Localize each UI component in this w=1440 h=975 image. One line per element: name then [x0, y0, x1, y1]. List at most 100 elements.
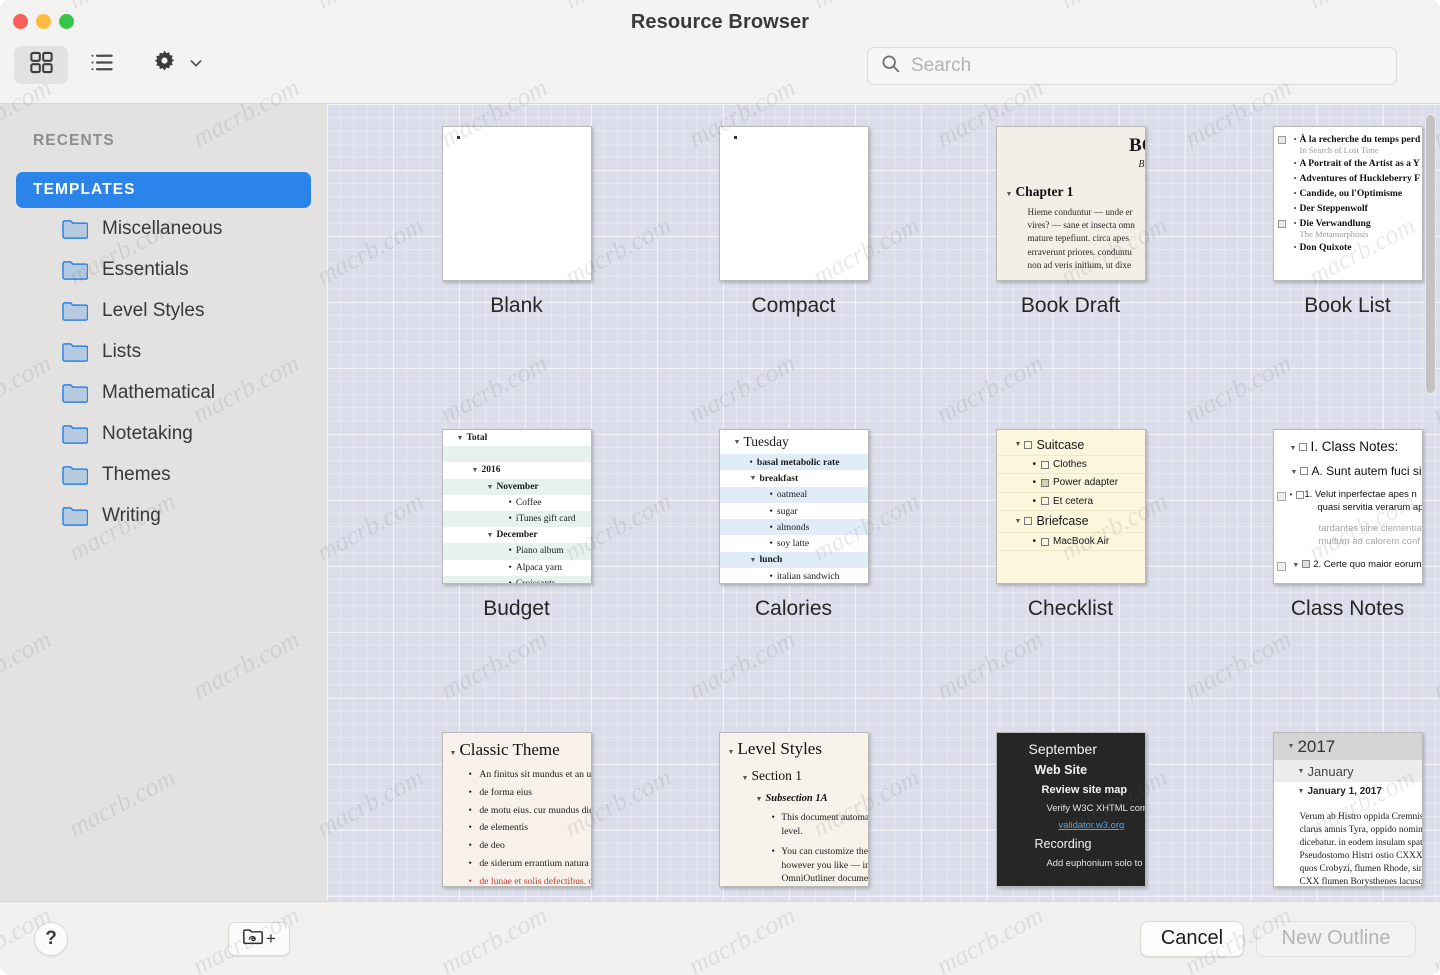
preview-row: ▼ Total: [456, 433, 488, 444]
template-item-class-notes[interactable]: ▼ I. Class Notes: ▼ A. Sunt autem fuci si …: [1209, 429, 1440, 622]
preview-title: ▼ Level Styles: [727, 739, 822, 758]
window-title: Resource Browser: [630, 11, 810, 33]
template-grid: Blank Compact BO B ▼Chapter 1 Hieme c: [327, 104, 1440, 901]
bottom-bar: ? + Cancel New Outline: [0, 902, 1440, 975]
sidebar-item-label: Themes: [102, 463, 171, 485]
preview-row: • Don Quixote: [1293, 241, 1352, 253]
preview-row: ▼ A. Sunt autem fuci si: [1290, 464, 1422, 478]
folder-icon: [62, 341, 88, 362]
preview-row: • italian sandwich: [769, 570, 840, 582]
folder-icon: [62, 423, 88, 444]
sidebar-item-label: Essentials: [102, 258, 189, 280]
preview-row: • Piano album: [442, 543, 591, 560]
template-item-budget[interactable]: ▼ Total ▼ 2016 ▼ November • Coffee • iTunes…: [378, 429, 655, 622]
list-view-button[interactable]: [74, 46, 128, 84]
preview-row: ▼ December: [486, 530, 538, 541]
cancel-button[interactable]: Cancel: [1140, 920, 1244, 957]
preview-row: • Candide, ou l'Optimisme: [1293, 187, 1403, 199]
sidebar-item-label: Lists: [102, 340, 142, 362]
gear-icon: [150, 48, 179, 82]
preview-row: • Clothes: [996, 456, 1145, 475]
template-thumbnail: [441, 126, 592, 281]
template-item-journal[interactable]: ▼ 2017 ▼ January ▼ January 1, 2017 Verum ab…: [1209, 732, 1440, 901]
template-thumbnail: ▼ Total ▼ 2016 ▼ November • Coffee • iTunes…: [441, 429, 592, 584]
action-menu-button[interactable]: [150, 48, 204, 82]
preview-title: BO: [1129, 135, 1144, 156]
preview-chapter: ▼ Chapter 1: [1005, 184, 1074, 199]
preview-row: • sugar: [769, 505, 798, 517]
sidebar-item-lists[interactable]: Lists: [0, 331, 327, 372]
preview-row: • de deo: [468, 840, 505, 852]
grid-view-button[interactable]: [14, 46, 68, 84]
template-thumbnail: ▼ Classic Theme • An finitus sit mundus e…: [441, 732, 592, 887]
folder-icon: [62, 300, 88, 321]
sidebar-section-recents[interactable]: RECENTS: [0, 132, 327, 150]
preview-row: • Die Verwandlung The Metamorphosis: [1274, 216, 1422, 240]
template-thumbnail: ▼ Level Styles ▼ Section 1 ▼ Subsection 1A …: [718, 732, 869, 887]
search-field[interactable]: Search: [867, 47, 1397, 85]
sidebar-item-miscellaneous[interactable]: Miscellaneous: [0, 208, 327, 249]
template-item-classic-with-level-styles[interactable]: ▼ Level Styles ▼ Section 1 ▼ Subsection 1A …: [655, 732, 932, 901]
folder-icon: [62, 505, 88, 526]
new-outline-button[interactable]: New Outline: [1256, 920, 1416, 957]
template-item-book-list[interactable]: • À la recherche du temps perd In Search …: [1209, 126, 1440, 319]
template-thumbnail: BO B ▼Chapter 1 Hieme conduntur — unde e…: [995, 126, 1146, 281]
template-item-classic-theme[interactable]: ▼ Classic Theme • An finitus sit mundus e…: [378, 732, 655, 901]
template-item-checklist[interactable]: ▼ Suitcase • Clothes • Power adapter • Et ce…: [932, 429, 1209, 622]
sidebar-item-label: Writing: [102, 504, 161, 526]
preview-row: • MacBook Air: [996, 533, 1145, 552]
template-label: Dark Standard: [1003, 899, 1138, 901]
preview-row: • Et cetera: [996, 493, 1145, 511]
sidebar-item-essentials[interactable]: Essentials: [0, 249, 327, 290]
preview-line: erraverunt priores. conduntu: [1027, 246, 1132, 257]
grid-view-icon: [28, 49, 55, 81]
preview-row: • Adventures of Huckleberry F: [1293, 172, 1421, 184]
preview-row: [442, 446, 591, 463]
template-item-dark-standard[interactable]: September Web Site Review site map Verif…: [932, 732, 1209, 901]
preview-row: • Der Steppenwolf: [1293, 202, 1368, 214]
template-label: Book Draft: [1020, 294, 1121, 317]
preview-row: • 1. Velut inperfectae apes n quasi servi…: [1274, 489, 1422, 514]
preview-link[interactable]: validator.w3.org: [1059, 819, 1145, 830]
preview-month: ▼ January: [1273, 760, 1422, 782]
preview-subtitle: B: [1138, 159, 1145, 170]
sidebar-item-label: Notetaking: [102, 422, 193, 444]
template-item-blank[interactable]: Blank: [378, 126, 655, 319]
vertical-scrollbar[interactable]: [1425, 114, 1436, 394]
template-item-book-draft[interactable]: BO B ▼Chapter 1 Hieme conduntur — unde e…: [932, 126, 1209, 319]
template-thumbnail: September Web Site Review site map Verif…: [995, 732, 1146, 887]
preview-row: • de forma eius: [468, 786, 533, 798]
template-thumbnail: ▼ 2017 ▼ January ▼ January 1, 2017 Verum ab…: [1272, 732, 1423, 887]
preview-body: Verum ab Histro oppida Cremnis clarus am…: [1299, 812, 1423, 887]
preview-line: Web Site: [1034, 763, 1088, 777]
sidebar-item-mathematical[interactable]: Mathematical: [0, 372, 327, 413]
folder-icon: [62, 218, 88, 239]
preview-row: • Alpaca yarn: [508, 562, 562, 573]
sidebar-item-notetaking[interactable]: Notetaking: [0, 413, 327, 454]
sidebar-section-templates[interactable]: TEMPLATES: [16, 172, 311, 208]
preview-row: • basal metabolic rate: [719, 454, 868, 471]
template-label: Calories: [754, 597, 833, 620]
template-label: Classic with Level Styles: [694, 899, 894, 901]
sidebar-item-writing[interactable]: Writing: [0, 495, 327, 536]
preview-row: • Power adapter: [996, 474, 1145, 493]
template-label: Class Notes: [1290, 597, 1405, 620]
template-label: Budget: [483, 597, 550, 620]
add-folder-button[interactable]: +: [228, 921, 290, 956]
template-item-compact[interactable]: Compact: [655, 126, 932, 319]
preview-line: • You can customize the "l: [771, 846, 869, 858]
preview-row: • À la recherche du temps perd In Search …: [1274, 132, 1422, 156]
preview-row: ▼ breakfast: [749, 472, 799, 484]
sidebar: RECENTS TEMPLATES Miscellaneous Essentia…: [0, 104, 327, 901]
template-item-calories[interactable]: ▼ Tuesday • basal metabolic rate ▼ breakfa…: [655, 429, 932, 622]
sidebar-item-themes[interactable]: Themes: [0, 454, 327, 495]
template-grid-area[interactable]: Blank Compact BO B ▼Chapter 1 Hieme c: [327, 104, 1440, 901]
sidebar-item-label: Mathematical: [102, 381, 215, 403]
template-thumbnail: ▼ I. Class Notes: ▼ A. Sunt autem fuci si …: [1272, 429, 1423, 584]
preview-row: ▼ Tuesday: [733, 434, 789, 449]
chevron-down-icon: [188, 55, 204, 76]
preview-row: • Coffee: [508, 497, 542, 508]
sidebar-item-level-styles[interactable]: Level Styles: [0, 290, 327, 331]
preview-line: vires? — sane et insecta omn: [1027, 220, 1135, 231]
help-button[interactable]: ?: [34, 921, 68, 956]
